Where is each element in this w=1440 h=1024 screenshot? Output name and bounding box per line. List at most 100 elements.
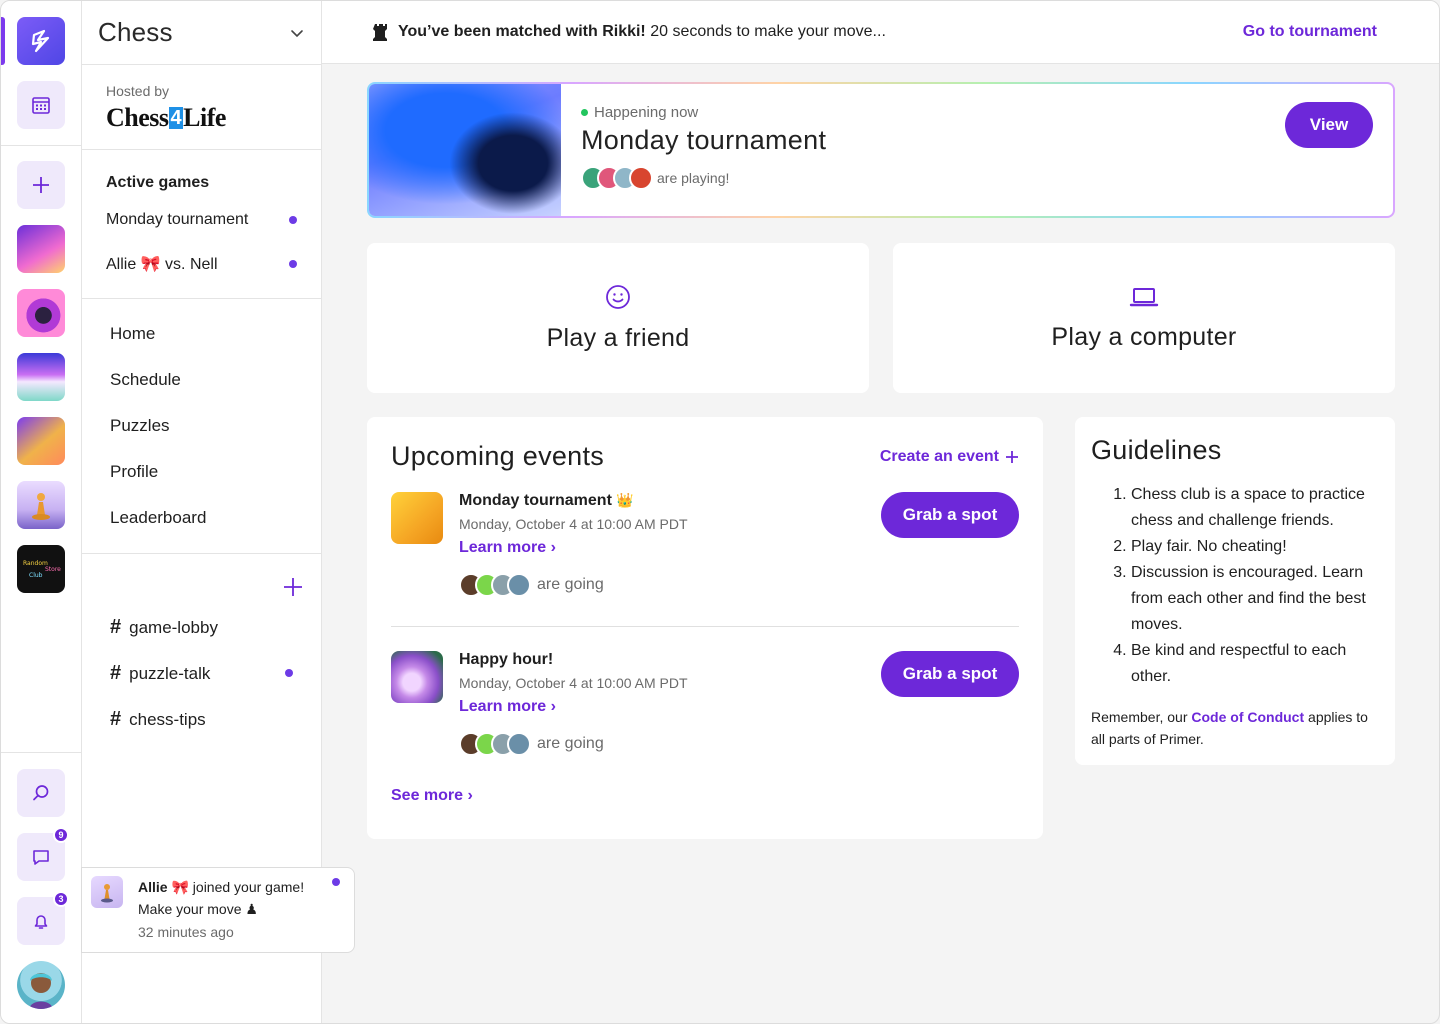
learn-more-link[interactable]: Learn more ›: [459, 539, 556, 557]
messages-count-badge: 9: [53, 827, 69, 843]
see-more-label: See more: [391, 787, 464, 804]
attendees-avatar-stack: are going: [459, 573, 1019, 597]
create-event-link[interactable]: Create an event: [880, 448, 1019, 466]
live-status: Happening now: [581, 104, 1373, 121]
sidebar-item-home[interactable]: Home: [110, 311, 293, 357]
play-a-computer-label: Play a computer: [1051, 322, 1237, 351]
host-name-life: Life: [183, 103, 226, 132]
grab-a-spot-button[interactable]: Grab a spot: [881, 651, 1019, 697]
rail-divider: [1, 752, 82, 753]
host-block: Hosted by Chess 4Life: [82, 65, 321, 150]
play-a-computer-card[interactable]: Play a computer: [893, 243, 1395, 393]
play-a-friend-card[interactable]: Play a friend: [367, 243, 869, 393]
going-text: are going: [537, 735, 604, 752]
community-chess[interactable]: [17, 481, 65, 529]
chess-pawn-icon: [101, 884, 113, 903]
note-text: Remember, our: [1091, 709, 1192, 725]
community-art-brush[interactable]: [17, 225, 65, 273]
plus-icon: [33, 177, 49, 193]
chevron-down-icon: [291, 29, 303, 37]
community-music[interactable]: [17, 417, 65, 465]
sidebar-item-puzzles[interactable]: Puzzles: [110, 403, 293, 449]
upcoming-events-card: Upcoming events Create an event Monday t…: [367, 417, 1043, 839]
guidelines-card: Guidelines Chess club is a space to prac…: [1075, 417, 1395, 765]
active-game-item[interactable]: Monday tournament: [106, 198, 297, 242]
channel-item-chess-tips[interactable]: # chess-tips: [110, 696, 293, 742]
chess-rook-icon: [373, 24, 387, 41]
channels-header: [110, 570, 303, 604]
active-game-label: Monday tournament: [106, 211, 249, 228]
channel-item-puzzle-talk[interactable]: # puzzle-talk: [110, 650, 293, 696]
unread-dot: [289, 216, 297, 224]
toast-message: Allie 🎀 joined your game!: [138, 876, 344, 898]
unread-dot: [289, 260, 297, 268]
match-banner: You’ve been matched with Rikki! 20 secon…: [322, 1, 1439, 64]
add-community-button[interactable]: [17, 161, 65, 209]
notifications-count-badge: 3: [53, 891, 69, 907]
hash-icon: #: [110, 661, 122, 684]
notification-toast[interactable]: Allie 🎀 joined your game! Make your move…: [81, 867, 355, 953]
channels-section: # game-lobby # puzzle-talk # chess-tips: [82, 554, 321, 758]
chevron-right-icon: ›: [550, 539, 556, 556]
active-games-title: Active games: [106, 174, 210, 191]
live-dot: [581, 109, 588, 116]
active-game-item[interactable]: Allie 🎀 vs. Nell: [106, 242, 297, 286]
laptop-icon: [1129, 287, 1159, 306]
match-message: You’ve been matched with Rikki! 20 secon…: [372, 22, 886, 42]
host-logo[interactable]: Chess 4Life: [106, 103, 297, 133]
going-text: are going: [537, 576, 604, 593]
bow-icon: 🎀: [167, 879, 189, 895]
avatar: [629, 166, 653, 190]
guideline-item: Be kind and respectful to each other.: [1131, 638, 1379, 690]
code-of-conduct-note: Remember, our Code of Conduct applies to…: [1091, 706, 1379, 750]
channel-item-game-lobby[interactable]: # game-lobby: [110, 604, 293, 650]
avatar: [507, 573, 531, 597]
random-store-logo-icon: RandomStoreClub: [23, 560, 61, 579]
app-window: Random Store Club 9 3 Chess Hosted by Ches…: [0, 0, 1440, 1024]
event-thumbnail: [391, 492, 443, 544]
see-more-link[interactable]: See more ›: [391, 787, 473, 805]
chevron-right-icon: ›: [550, 698, 556, 715]
learn-more-label: Learn more: [459, 539, 547, 556]
code-of-conduct-link[interactable]: Code of Conduct: [1191, 709, 1304, 725]
notifications-button[interactable]: 3: [17, 891, 69, 945]
sidebar-item-leaderboard[interactable]: Leaderboard: [110, 495, 293, 541]
bell-icon: [34, 915, 48, 929]
guideline-item: Play fair. No cheating!: [1131, 534, 1379, 560]
search-button[interactable]: [17, 769, 65, 817]
svg-text:Club: Club: [29, 572, 43, 579]
community-books[interactable]: [17, 353, 65, 401]
toast-user: Allie: [138, 879, 168, 895]
messages-button[interactable]: 9: [17, 827, 69, 881]
sidebar-item-profile[interactable]: Profile: [110, 449, 293, 495]
rail-active-indicator: [1, 17, 5, 65]
learn-more-link[interactable]: Learn more ›: [459, 698, 556, 716]
featured-title: Monday tournament: [581, 125, 827, 155]
community-switcher[interactable]: Chess: [82, 1, 321, 65]
community-random-store[interactable]: Random Store Club: [17, 545, 65, 593]
smiley-face-icon: [606, 284, 630, 309]
host-label: Hosted by: [106, 83, 170, 99]
chevron-right-icon: ›: [467, 787, 473, 804]
app-rail: Random Store Club 9 3: [1, 1, 82, 1023]
host-name-four: 4: [168, 107, 184, 129]
add-channel-plus-icon[interactable]: [283, 577, 303, 597]
guideline-item: Chess club is a space to practice chess …: [1131, 482, 1379, 534]
view-tournament-button[interactable]: View: [1285, 102, 1373, 148]
toast-message-text: joined your game!: [188, 879, 305, 895]
search-icon: [33, 785, 49, 801]
go-to-tournament-link[interactable]: Go to tournament: [1243, 23, 1377, 41]
guideline-item: Discussion is encouraged. Learn from eac…: [1131, 560, 1379, 638]
community-vinyl[interactable]: [17, 289, 65, 337]
calendar-button[interactable]: [17, 81, 65, 129]
featured-tournament-card: Happening now Monday tournament are play…: [367, 82, 1395, 218]
event-thumbnail: [391, 651, 443, 703]
guidelines-list: Chess club is a space to practice chess …: [1091, 482, 1379, 690]
sidebar-item-schedule[interactable]: Schedule: [110, 357, 293, 403]
primer-logo-button[interactable]: [17, 17, 65, 65]
user-avatar[interactable]: [17, 961, 65, 1009]
create-event-label: Create an event: [879, 447, 999, 465]
grab-a-spot-button[interactable]: Grab a spot: [881, 492, 1019, 538]
toast-timestamp: 32 minutes ago: [138, 924, 234, 940]
rail-divider: [1, 145, 82, 146]
